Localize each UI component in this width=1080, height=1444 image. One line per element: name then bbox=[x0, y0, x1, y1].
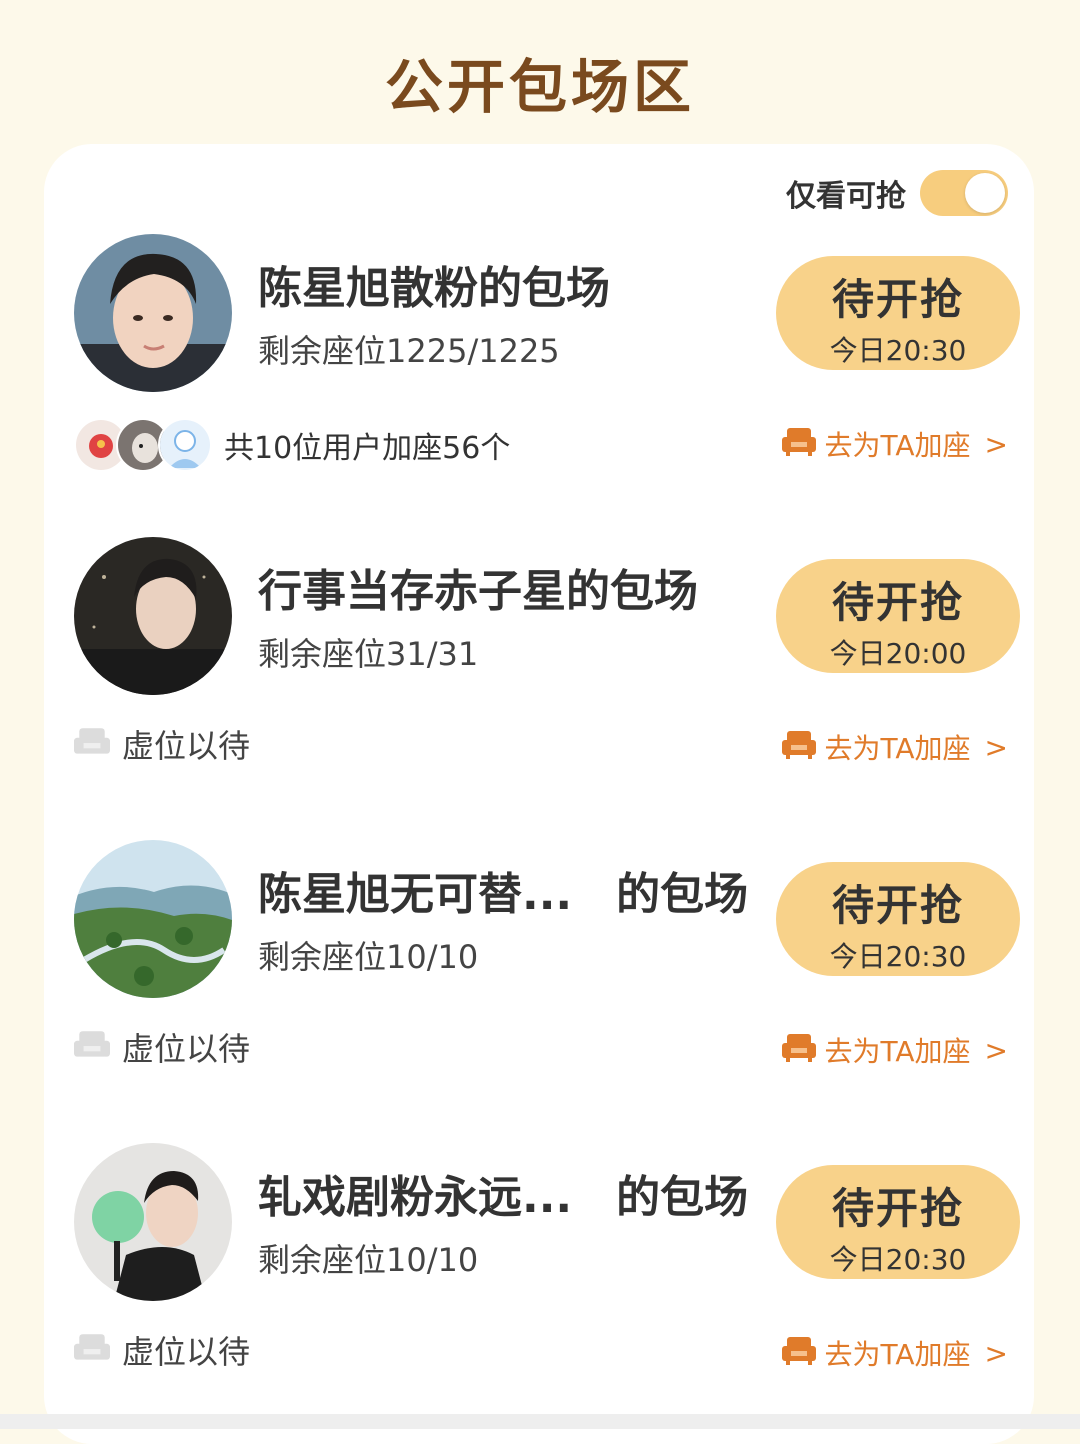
filter-toggle[interactable] bbox=[920, 170, 1008, 216]
toggle-knob bbox=[965, 173, 1005, 213]
empty-seat-text: 虚位以待 bbox=[122, 1333, 251, 1371]
sofa-icon bbox=[74, 726, 110, 762]
host-avatar[interactable] bbox=[74, 234, 232, 392]
sofa-icon bbox=[782, 426, 817, 463]
empty-seat-status: 虚位以待 bbox=[74, 1327, 250, 1373]
session-title: 轧戏剧粉永远... 的包场 bbox=[258, 1172, 749, 1223]
grab-button-label: 待开抢 bbox=[831, 1184, 964, 1233]
grab-button[interactable]: 待开抢 今日20:30 bbox=[776, 1165, 1020, 1279]
empty-seat-text: 虚位以待 bbox=[122, 1030, 251, 1068]
session-item[interactable]: 陈星旭散粉的包场 剩余座位1225/1225 待开抢 今日20:30 共10位用… bbox=[44, 234, 1034, 494]
grab-button[interactable]: 待开抢 今日20:30 bbox=[776, 256, 1020, 370]
add-seat-label: 去为TA加座 bbox=[824, 429, 971, 462]
chevron-right-icon: > bbox=[984, 1033, 1008, 1067]
session-item[interactable]: 轧戏剧粉永远... 的包场 剩余座位10/10 待开抢 今日20:30 虚位以待… bbox=[44, 1143, 1034, 1403]
chevron-right-icon: > bbox=[984, 1336, 1008, 1370]
participant-avatars bbox=[74, 418, 212, 472]
add-seat-link[interactable]: 去为TA加座 > bbox=[782, 1333, 1008, 1373]
empty-seat-text: 虚位以待 bbox=[122, 727, 251, 765]
grab-button-label: 待开抢 bbox=[831, 881, 964, 930]
grab-button-label: 待开抢 bbox=[831, 275, 964, 324]
session-title: 陈星旭散粉的包场 bbox=[258, 263, 610, 314]
add-seat-link[interactable]: 去为TA加座 > bbox=[782, 727, 1008, 767]
session-title: 行事当存赤子星的包场 bbox=[258, 566, 698, 617]
seats-remaining: 剩余座位10/10 bbox=[258, 938, 479, 976]
sofa-icon bbox=[782, 729, 817, 766]
grab-button[interactable]: 待开抢 今日20:00 bbox=[776, 559, 1020, 673]
empty-seat-status: 虚位以待 bbox=[74, 721, 250, 767]
host-avatar[interactable] bbox=[74, 840, 232, 998]
sofa-icon bbox=[74, 1332, 110, 1368]
participant-avatar bbox=[158, 418, 212, 472]
grab-button-time: 今日20:30 bbox=[829, 940, 967, 973]
seats-remaining: 剩余座位1225/1225 bbox=[258, 332, 560, 370]
add-seat-label: 去为TA加座 bbox=[824, 732, 971, 765]
session-item[interactable]: 行事当存赤子星的包场 剩余座位31/31 待开抢 今日20:00 虚位以待 去为… bbox=[44, 537, 1034, 797]
host-avatar[interactable] bbox=[74, 537, 232, 695]
empty-seat-status: 虚位以待 bbox=[74, 1024, 250, 1070]
sofa-icon bbox=[74, 1029, 110, 1065]
sofa-icon bbox=[782, 1032, 817, 1069]
bottom-edge bbox=[0, 1414, 1080, 1429]
chevron-right-icon: > bbox=[984, 427, 1008, 461]
host-avatar[interactable] bbox=[74, 1143, 232, 1301]
add-seat-label: 去为TA加座 bbox=[824, 1035, 971, 1068]
seats-remaining: 剩余座位10/10 bbox=[258, 1241, 479, 1279]
grab-button[interactable]: 待开抢 今日20:30 bbox=[776, 862, 1020, 976]
seats-remaining: 剩余座位31/31 bbox=[258, 635, 479, 673]
participants[interactable]: 共10位用户加座56个 bbox=[74, 418, 510, 472]
session-item[interactable]: 陈星旭无可替... 的包场 剩余座位10/10 待开抢 今日20:30 虚位以待… bbox=[44, 840, 1034, 1100]
session-title: 陈星旭无可替... 的包场 bbox=[258, 869, 749, 920]
filter-label: 仅看可抢 bbox=[786, 179, 906, 214]
add-seat-link[interactable]: 去为TA加座 > bbox=[782, 1030, 1008, 1070]
participants-summary: 共10位用户加座56个 bbox=[224, 431, 511, 466]
session-list-card: 仅看可抢 陈星旭散粉的包场 剩余座位1225/1225 待开抢 今日20:30 bbox=[44, 144, 1034, 1444]
chevron-right-icon: > bbox=[984, 730, 1008, 764]
add-seat-label: 去为TA加座 bbox=[824, 1338, 971, 1371]
grab-button-label: 待开抢 bbox=[831, 578, 964, 627]
grab-button-time: 今日20:00 bbox=[829, 637, 967, 670]
grab-button-time: 今日20:30 bbox=[829, 334, 967, 367]
filter-available-only[interactable]: 仅看可抢 bbox=[786, 170, 1008, 216]
page-title: 公开包场区 bbox=[384, 53, 695, 121]
grab-button-time: 今日20:30 bbox=[829, 1243, 967, 1276]
add-seat-link[interactable]: 去为TA加座 > bbox=[782, 424, 1008, 464]
sofa-icon bbox=[782, 1335, 817, 1372]
